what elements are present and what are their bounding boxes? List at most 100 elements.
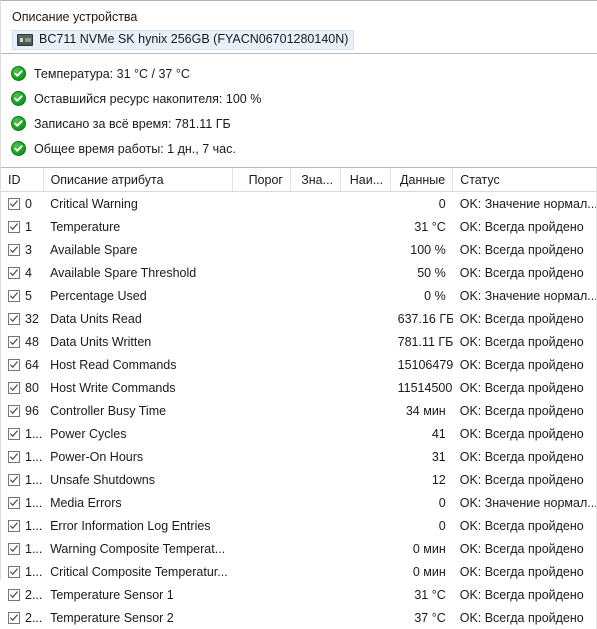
- table-row[interactable]: 1Temperature31 °COK: Всегда пройдено: [1, 215, 597, 238]
- row-checkbox[interactable]: [8, 244, 20, 256]
- row-checkbox[interactable]: [8, 267, 20, 279]
- table-row[interactable]: 1...Power Cycles41OK: Всегда пройдено: [1, 422, 597, 445]
- table-row[interactable]: 0Critical Warning0OK: Значение нормал...: [1, 192, 597, 216]
- cell-status: OK: Всегда пройдено: [453, 606, 597, 629]
- row-checkbox[interactable]: [8, 474, 20, 486]
- cell-worst: [341, 330, 391, 353]
- cell-threshold: [232, 468, 290, 491]
- table-row[interactable]: 32Data Units Read637.16 ГБOK: Всегда про…: [1, 307, 597, 330]
- table-row[interactable]: 1...Error Information Log Entries0OK: Вс…: [1, 514, 597, 537]
- table-row[interactable]: 4Available Spare Threshold50 %OK: Всегда…: [1, 261, 597, 284]
- column-header-id[interactable]: ID: [1, 168, 43, 192]
- cell-id: 32: [1, 307, 43, 330]
- cell-id: 2...: [1, 606, 43, 629]
- row-checkbox[interactable]: [8, 543, 20, 555]
- cell-raw-data: 31: [391, 445, 453, 468]
- ok-check-circle-icon: [11, 141, 26, 156]
- cell-value: [290, 215, 340, 238]
- table-row[interactable]: 3Available Spare100 %OK: Всегда пройдено: [1, 238, 597, 261]
- cell-threshold: [232, 307, 290, 330]
- attribute-id-label: 1...: [25, 565, 42, 579]
- table-row[interactable]: 1...Unsafe Shutdowns12OK: Всегда пройден…: [1, 468, 597, 491]
- cell-id: 1...: [1, 491, 43, 514]
- cell-attribute-name: Available Spare: [43, 238, 232, 261]
- cell-attribute-name: Temperature Sensor 1: [43, 583, 232, 606]
- column-header-raw-data[interactable]: Данные: [391, 168, 453, 192]
- column-header-attribute-name[interactable]: Описание атрибута: [43, 168, 232, 192]
- table-row[interactable]: 80Host Write Commands11514500OK: Всегда …: [1, 376, 597, 399]
- row-checkbox[interactable]: [8, 451, 20, 463]
- cell-threshold: [232, 330, 290, 353]
- cell-worst: [341, 514, 391, 537]
- cell-value: [290, 261, 340, 284]
- row-checkbox[interactable]: [8, 497, 20, 509]
- attribute-id-label: 96: [25, 404, 39, 418]
- device-chip[interactable]: BC711 NVMe SK hynix 256GB (FYACN06701280…: [12, 30, 354, 50]
- table-row[interactable]: 1...Media Errors0OK: Значение нормал...: [1, 491, 597, 514]
- table-row[interactable]: 2...Temperature Sensor 2 37 °COK: Всегда …: [1, 606, 597, 629]
- cell-attribute-name: Host Read Commands: [43, 353, 232, 376]
- cell-attribute-name: Power-On Hours: [43, 445, 232, 468]
- cell-status: OK: Всегда пройдено: [453, 514, 597, 537]
- cell-attribute-name: Percentage Used: [43, 284, 232, 307]
- attribute-id-label: 1...: [25, 496, 42, 510]
- attributes-table-container[interactable]: ID Описание атрибута Порог Зна... Наи...…: [1, 167, 597, 629]
- cell-worst: [341, 606, 391, 629]
- cell-worst: [341, 583, 391, 606]
- cell-threshold: [232, 238, 290, 261]
- attribute-id-label: 3: [25, 243, 32, 257]
- table-row[interactable]: 1...Warning Composite Temperat...0 минOK…: [1, 537, 597, 560]
- table-row[interactable]: 96Controller Busy Time34 минOK: Всегда п…: [1, 399, 597, 422]
- cell-value: [290, 353, 340, 376]
- row-checkbox[interactable]: [8, 566, 20, 578]
- row-checkbox[interactable]: [8, 612, 20, 624]
- row-checkbox[interactable]: [8, 359, 20, 371]
- attribute-id-label: 32: [25, 312, 39, 326]
- row-checkbox[interactable]: [8, 428, 20, 440]
- attribute-id-label: 5: [25, 289, 32, 303]
- status-summary-list: Температура: 31 °C / 37 °C Оставшийся ре…: [1, 54, 597, 167]
- row-checkbox[interactable]: [8, 221, 20, 233]
- cell-worst: [341, 445, 391, 468]
- table-row[interactable]: 2...Temperature Sensor 131 °COK: Всегда …: [1, 583, 597, 606]
- row-checkbox[interactable]: [8, 382, 20, 394]
- cell-value: [290, 399, 340, 422]
- cell-worst: [341, 399, 391, 422]
- status-item-remaining-life: Оставшийся ресурс накопителя: 100 %: [1, 86, 597, 111]
- row-checkbox[interactable]: [8, 520, 20, 532]
- row-checkbox[interactable]: [8, 198, 20, 210]
- cell-threshold: [232, 215, 290, 238]
- column-header-worst[interactable]: Наи...: [341, 168, 391, 192]
- cell-attribute-name: Temperature Sensor 2: [43, 606, 232, 629]
- cell-raw-data: 31 °C: [391, 583, 453, 606]
- table-row[interactable]: 5Percentage Used0 %OK: Значение нормал..…: [1, 284, 597, 307]
- cell-worst: [341, 422, 391, 445]
- attribute-id-label: 4: [25, 266, 32, 280]
- cell-status: OK: Всегда пройдено: [453, 376, 597, 399]
- column-header-value[interactable]: Зна...: [290, 168, 340, 192]
- cell-value: [290, 606, 340, 629]
- attributes-table-body: 0Critical Warning0OK: Значение нормал...…: [1, 192, 597, 629]
- cell-raw-data: 37 °C: [391, 606, 453, 629]
- cell-attribute-name: Warning Composite Temperat...: [43, 537, 232, 560]
- row-checkbox[interactable]: [8, 336, 20, 348]
- row-checkbox[interactable]: [8, 405, 20, 417]
- device-row[interactable]: BC711 NVMe SK hynix 256GB (FYACN06701280…: [1, 29, 597, 53]
- row-checkbox[interactable]: [8, 313, 20, 325]
- row-checkbox[interactable]: [8, 589, 20, 601]
- table-row[interactable]: 64Host Read Commands15106479OK: Всегда п…: [1, 353, 597, 376]
- cell-status: OK: Всегда пройдено: [453, 215, 597, 238]
- device-name-label: BC711 NVMe SK hynix 256GB (FYACN06701280…: [39, 32, 348, 47]
- smart-attributes-panel: Описание устройства BC711 NVMe SK hynix …: [0, 0, 597, 580]
- cell-status: OK: Значение нормал...: [453, 192, 597, 216]
- column-header-threshold[interactable]: Порог: [232, 168, 290, 192]
- cell-status: OK: Значение нормал...: [453, 491, 597, 514]
- status-item-temperature: Температура: 31 °C / 37 °C: [1, 61, 597, 86]
- attribute-id-label: 80: [25, 381, 39, 395]
- cell-attribute-name: Data Units Read: [43, 307, 232, 330]
- table-row[interactable]: 48Data Units Written781.11 ГБOK: Всегда …: [1, 330, 597, 353]
- cell-id: 64: [1, 353, 43, 376]
- row-checkbox[interactable]: [8, 290, 20, 302]
- table-row[interactable]: 1...Power-On Hours31OK: Всегда пройдено: [1, 445, 597, 468]
- column-header-status[interactable]: Статус: [453, 168, 597, 192]
